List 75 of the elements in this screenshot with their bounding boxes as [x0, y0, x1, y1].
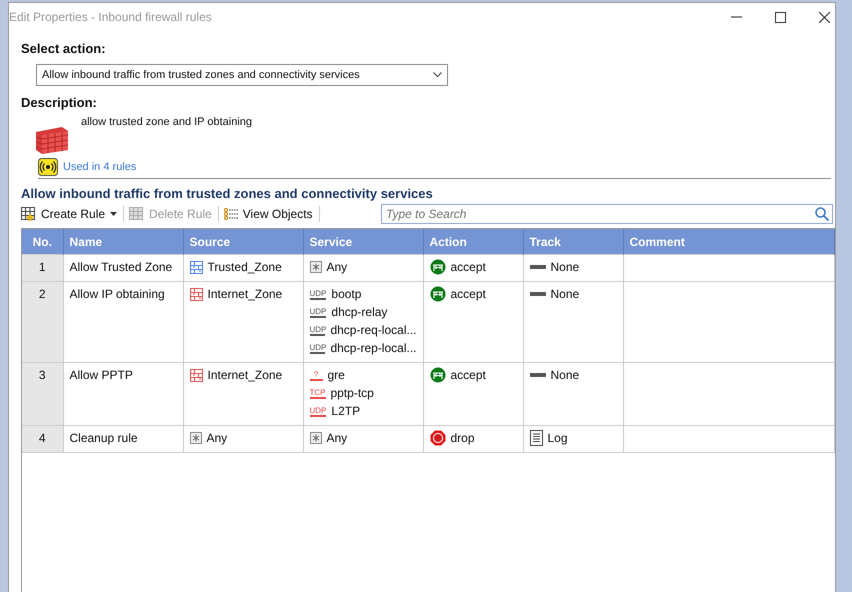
protocol-label: UDP: [310, 306, 326, 318]
column-header[interactable]: No.: [22, 229, 63, 254]
protocol-label: UDP: [310, 406, 326, 416]
rule-name: Allow IP obtaining: [70, 287, 165, 301]
dash-icon: [530, 265, 546, 269]
row-number: 3: [22, 362, 63, 426]
service-object: dhcp-req-local...: [330, 323, 416, 337]
row-number: 4: [22, 426, 63, 452]
action-value: accept: [450, 287, 486, 301]
maximize-icon[interactable]: [775, 12, 786, 22]
action-value: accept: [450, 368, 486, 382]
column-header[interactable]: Action: [423, 229, 523, 254]
close-icon[interactable]: [819, 12, 830, 22]
asterisk-icon: [190, 432, 202, 444]
service-object: Any: [326, 431, 348, 445]
action-dropdown[interactable]: Allow inbound traffic from trusted zones and connectivity services: [36, 64, 448, 86]
minimize-icon[interactable]: [731, 16, 742, 18]
toolbar-button[interactable]: View Objects: [224, 207, 317, 221]
row-number: 1: [22, 254, 63, 282]
table-add-icon: [21, 207, 36, 221]
rule-name: Allow PPTP: [70, 368, 133, 382]
column-header[interactable]: Name: [63, 229, 183, 254]
track-value: Log: [548, 431, 568, 445]
accept-icon: [430, 367, 446, 383]
source-object: Any: [206, 431, 228, 445]
protocol-label: UDP: [310, 324, 326, 336]
protocol-label: ?: [310, 370, 322, 380]
asterisk-icon: [310, 261, 322, 273]
action-value: accept: [450, 260, 486, 274]
track-value: None: [550, 368, 580, 382]
service-object: gre: [328, 368, 345, 382]
description-label: Description:: [21, 95, 98, 110]
caret-icon: [110, 212, 118, 216]
column-header[interactable]: Service: [303, 229, 423, 254]
service-object: dhcp-rep-local...: [330, 341, 416, 355]
protocol-label: UDP: [310, 342, 326, 354]
list-icon: [224, 208, 238, 220]
row-number: 2: [22, 282, 63, 362]
window-title: Edit Properties - Inbound firewall rules: [9, 10, 212, 24]
service-object: Any: [326, 260, 348, 274]
column-header[interactable]: Source: [183, 229, 303, 254]
table-icon: [129, 207, 144, 221]
action-value: drop: [450, 431, 475, 445]
track-value: None: [550, 260, 580, 274]
section-title: Allow inbound traffic from trusted zones and connectivity services: [21, 186, 434, 201]
broadcast-icon: [38, 158, 58, 176]
source-object: Internet_Zone: [208, 368, 282, 382]
column-header[interactable]: Track: [523, 229, 623, 254]
toolbar-button[interactable]: Create Rule: [21, 207, 122, 221]
description-text: allow trusted zone and IP obtaining: [81, 116, 252, 128]
source-object: Trusted_Zone: [208, 260, 282, 274]
rule-name: Cleanup rule: [70, 431, 138, 445]
rule-name: Allow Trusted Zone: [70, 260, 172, 274]
source-object: Internet_Zone: [208, 287, 282, 301]
service-object: dhcp-relay: [331, 305, 388, 319]
service-object: pptp-tcp: [330, 386, 374, 400]
chevron-icon: [433, 72, 442, 78]
select-action-label: Select action:: [21, 41, 107, 56]
brick-wall-icon: [34, 124, 70, 156]
protocol-label: TCP: [310, 388, 326, 398]
dash-icon: [530, 373, 546, 377]
search-icon: [815, 207, 829, 221]
accept-icon: [430, 286, 446, 302]
usage-link[interactable]: Used in 4 rules: [63, 161, 136, 173]
column-header[interactable]: Comment: [623, 229, 834, 254]
search-field[interactable]: Type to Search: [381, 204, 833, 224]
service-object: bootp: [331, 287, 362, 301]
protocol-label: UDP: [310, 288, 326, 300]
stop-icon: [430, 430, 446, 446]
service-object: L2TP: [331, 404, 360, 418]
asterisk-icon: [310, 432, 322, 444]
track-value: None: [550, 287, 580, 301]
accept-icon: [430, 259, 446, 275]
document-icon: [530, 430, 542, 446]
dash-icon: [530, 292, 546, 296]
